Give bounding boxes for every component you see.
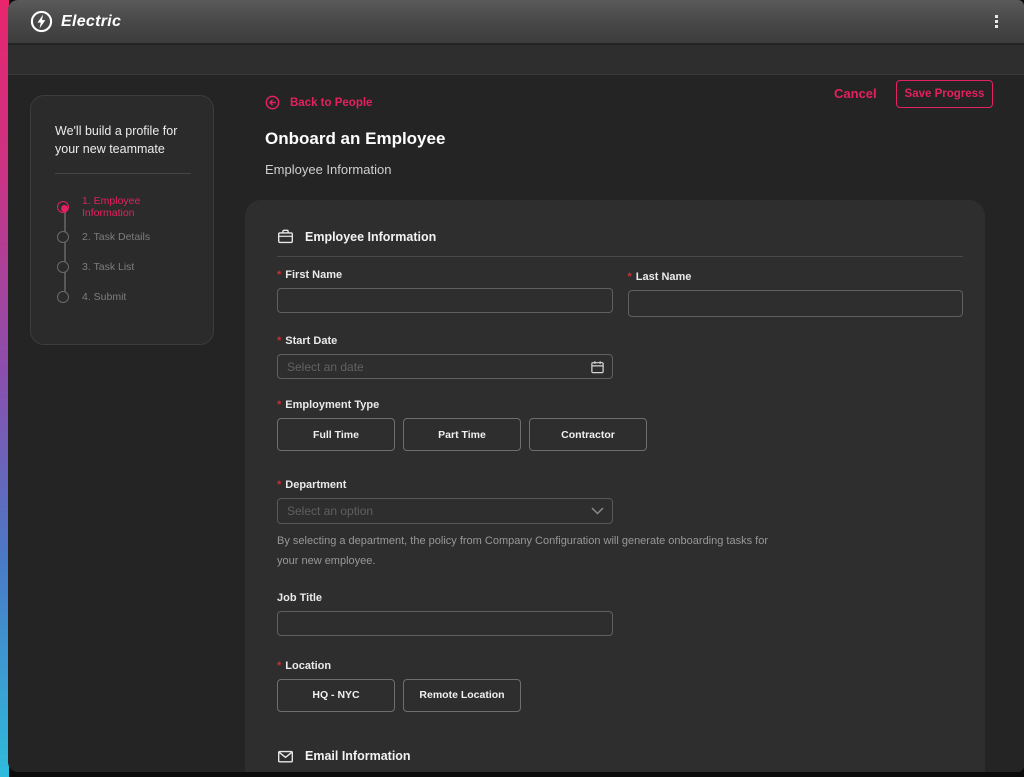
step-task-list[interactable]: 3. Task List: [55, 252, 191, 282]
step-label: 3. Task List: [82, 261, 134, 273]
start-date-label: Start Date: [285, 335, 337, 347]
employment-type-field-group: * Employment Type Full Time Part Time Co…: [277, 399, 963, 451]
brand-logo: Electric: [30, 10, 121, 33]
required-asterisk: *: [277, 269, 281, 281]
required-asterisk: *: [277, 479, 281, 491]
first-name-input[interactable]: [277, 288, 613, 313]
step-dot-icon: [57, 261, 69, 273]
job-title-input[interactable]: [277, 611, 613, 636]
department-select[interactable]: Select an option: [277, 498, 613, 524]
save-progress-button[interactable]: Save Progress: [896, 80, 993, 108]
page-title: Onboard an Employee: [265, 129, 445, 149]
lightning-bolt-icon: [30, 10, 53, 33]
stepper-divider: [55, 173, 191, 174]
department-help-text: By selecting a department, the policy fr…: [277, 532, 782, 572]
required-asterisk: *: [277, 335, 281, 347]
department-label: Department: [285, 479, 346, 491]
app-window: Electric Back to People Onboard an Emplo…: [8, 0, 1024, 772]
last-name-label: Last Name: [636, 271, 692, 283]
briefcase-icon: [277, 228, 294, 245]
employment-full-time-button[interactable]: Full Time: [277, 418, 395, 451]
job-title-field-group: Job Title: [277, 592, 963, 636]
step-dot-active-icon: [57, 201, 69, 213]
step-employee-information[interactable]: 1. Employee Information: [55, 192, 191, 222]
top-bar: Electric: [8, 0, 1024, 44]
cancel-button[interactable]: Cancel: [834, 86, 877, 101]
location-hq-nyc-button[interactable]: HQ - NYC: [277, 679, 395, 712]
start-date-input[interactable]: [277, 354, 613, 379]
department-field-group: * Department Select an option By selecti…: [277, 479, 963, 572]
stepper-list: 1. Employee Information 2. Task Details …: [55, 192, 191, 312]
back-to-people-link[interactable]: Back to People: [265, 95, 372, 110]
department-select-placeholder: Select an option: [287, 504, 373, 518]
step-label: 4. Submit: [82, 291, 126, 303]
step-submit[interactable]: 4. Submit: [55, 282, 191, 312]
step-label: 1. Employee Information: [82, 195, 191, 219]
required-asterisk: *: [277, 660, 281, 672]
required-asterisk: *: [628, 271, 632, 283]
section-title: Employee Information: [305, 230, 436, 244]
step-dot-icon: [57, 231, 69, 243]
page-subtitle: Employee Information: [265, 162, 391, 177]
section-title: Email Information: [305, 749, 411, 763]
kebab-menu-icon[interactable]: [991, 11, 1002, 32]
stepper-card: We'll build a profile for your new teamm…: [30, 95, 214, 345]
chevron-down-icon: [591, 507, 604, 515]
sub-header-band: [8, 45, 1024, 75]
brand-name: Electric: [61, 13, 121, 31]
back-link-label: Back to People: [290, 97, 372, 109]
envelope-icon: [277, 748, 294, 765]
last-name-field-group: * Last Name: [628, 271, 964, 317]
section-divider: [277, 256, 963, 257]
last-name-input[interactable]: [628, 290, 964, 317]
onboarding-form-card: Employee Information * First Name * Last…: [245, 200, 985, 772]
first-name-label: First Name: [285, 269, 342, 281]
location-remote-button[interactable]: Remote Location: [403, 679, 521, 712]
job-title-label: Job Title: [277, 592, 322, 604]
location-field-group: * Location HQ - NYC Remote Location: [277, 660, 963, 712]
back-arrow-icon: [265, 95, 280, 110]
employee-information-section-header: Employee Information: [277, 228, 963, 245]
required-asterisk: *: [277, 399, 281, 411]
calendar-icon[interactable]: [590, 359, 605, 374]
start-date-field-group: * Start Date: [277, 335, 963, 379]
first-name-field-group: * First Name: [277, 269, 613, 317]
location-label: Location: [285, 660, 331, 672]
stepper-intro-text: We'll build a profile for your new teamm…: [55, 122, 189, 158]
step-dot-icon: [57, 291, 69, 303]
email-information-section-header: Email Information: [277, 748, 963, 765]
employment-type-label: Employment Type: [285, 399, 379, 411]
employment-part-time-button[interactable]: Part Time: [403, 418, 521, 451]
step-task-details[interactable]: 2. Task Details: [55, 222, 191, 252]
employment-contractor-button[interactable]: Contractor: [529, 418, 647, 451]
step-label: 2. Task Details: [82, 231, 150, 243]
